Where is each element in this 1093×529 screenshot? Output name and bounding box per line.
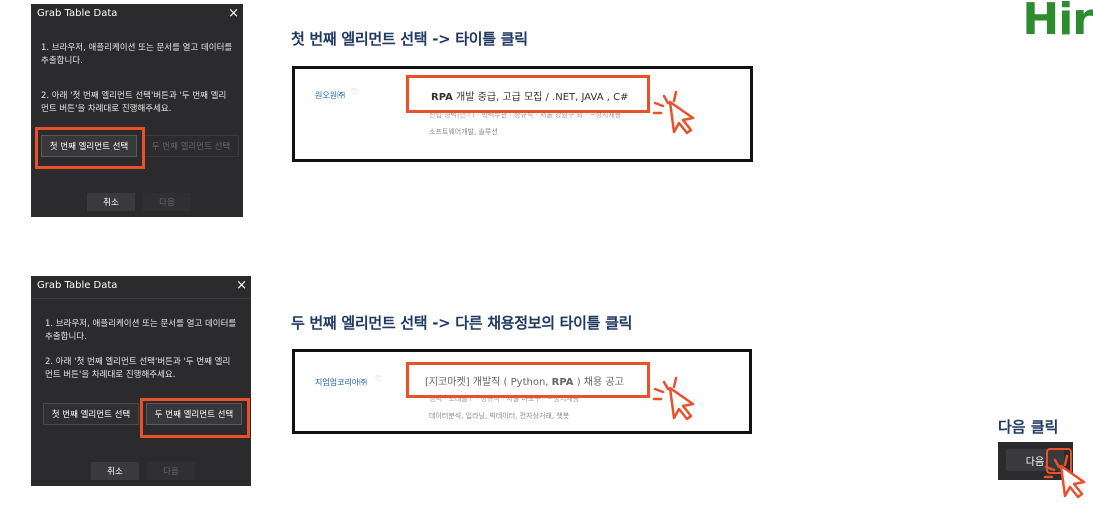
instruction-1: 1. 브라우저, 애플리케이션 또는 문서를 열고 데이터를 추출합니다. <box>41 43 233 66</box>
highlight-second-element-button <box>140 398 250 438</box>
dialog-title: Grab Table Data <box>37 8 118 19</box>
first-element-button[interactable]: 첫 번째 엘리먼트 선택 <box>43 403 139 425</box>
next-button[interactable]: 다음 <box>143 193 191 211</box>
job-title-highlighted[interactable]: RPA 개발 중급, 고급 모집 / .NET, JAVA , C# <box>431 88 628 103</box>
click-cursor-icon <box>652 376 695 421</box>
heart-icon[interactable]: ♡ <box>375 375 383 385</box>
close-icon[interactable]: × <box>236 278 247 293</box>
company-name[interactable]: 원오원㈜ <box>315 90 345 101</box>
click-cursor-icon <box>1043 454 1086 499</box>
company-name[interactable]: 지엄업코리아㈜ <box>315 377 367 388</box>
step2-heading: 두 번째 엘리먼트 선택 -> 다른 채용정보의 타이틀 클릭 <box>291 314 633 332</box>
click-cursor-icon <box>652 90 695 135</box>
job-tags: 소프트웨어개발, 솔루션 <box>429 128 498 136</box>
instruction-1: 1. 브라우저, 애플리케이션 또는 문서를 열고 데이터를 추출합니다. <box>45 319 237 342</box>
cancel-button[interactable]: 취소 <box>87 193 135 211</box>
divider <box>31 298 251 299</box>
grab-table-dialog-top: Grab Table Data × 1. 브라우저, 애플리케이션 또는 문서를… <box>31 4 243 217</box>
highlight-first-element-button <box>35 127 145 169</box>
next-button[interactable]: 다음 <box>147 462 195 480</box>
second-element-button[interactable]: 두 번째 엘리먼트 선택 <box>143 135 239 157</box>
job-title-highlighted[interactable]: [지코마켓] 개발직 ( Python, RPA ) 채용 공고 <box>425 373 624 388</box>
grab-table-dialog-bottom: Grab Table Data × 1. 브라우저, 애플리케이션 또는 문서를… <box>31 276 251 486</box>
brand-logo: Hir <box>1022 0 1093 45</box>
heart-icon[interactable]: ♡ <box>350 88 358 98</box>
step1-heading: 첫 번째 엘리먼트 선택 -> 타이틀 클릭 <box>291 30 528 48</box>
cancel-button[interactable]: 취소 <box>91 462 139 480</box>
instruction-2: 2. 아래 '첫 번째 엘리먼트 선택'버튼과 '두 번째 엘리 먼트 버튼'을… <box>45 357 231 380</box>
job-tags: 데이터분석, 입라닝, 빅데이터, 전자상거래, 챗봇 <box>429 412 570 420</box>
close-icon[interactable]: × <box>228 6 239 21</box>
instruction-2: 2. 아래 '첫 번째 엘리먼트 선택'버튼과 '두 번째 엘리 먼트 버튼'을… <box>41 91 227 114</box>
next-click-label: 다음 클릭 <box>998 418 1059 436</box>
dialog-title: Grab Table Data <box>37 280 118 291</box>
